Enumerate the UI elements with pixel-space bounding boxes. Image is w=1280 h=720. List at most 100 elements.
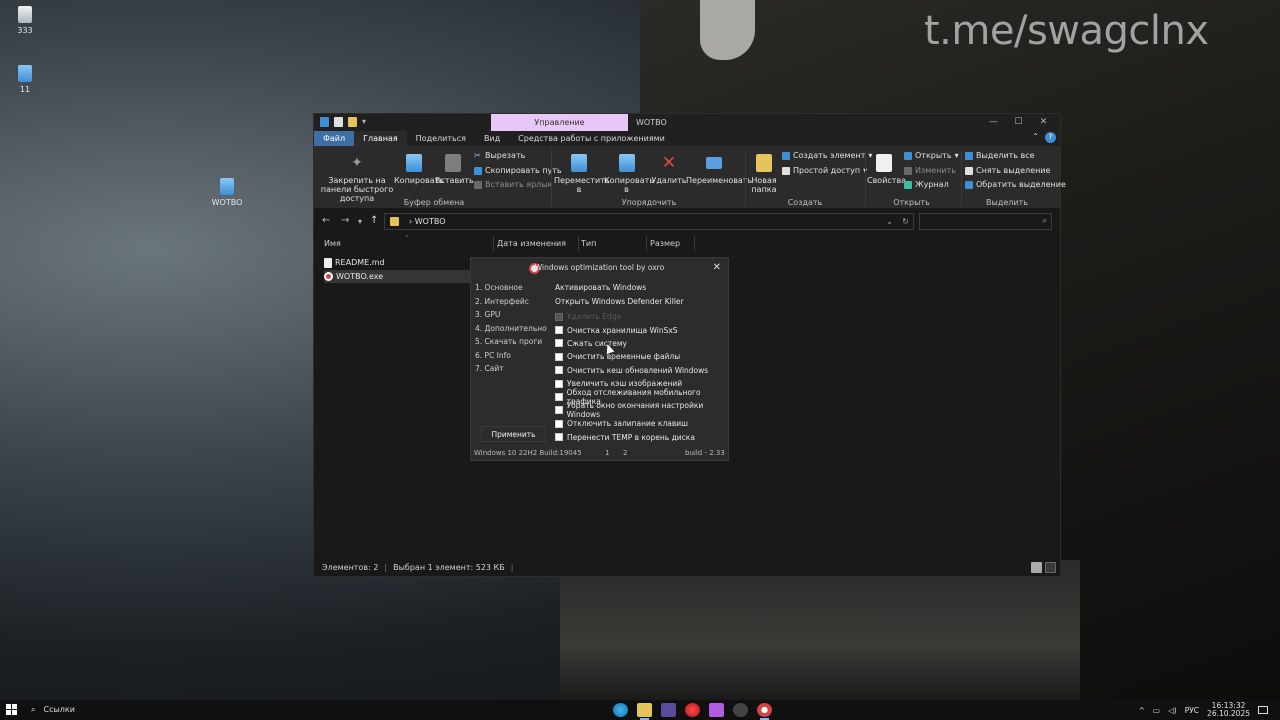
clean-update-cache-checkbox[interactable]: Очистить кеш обновлений Windows	[555, 364, 728, 377]
invert-selection-button[interactable]: Обратить выделение	[965, 178, 1066, 193]
chevron-down-icon[interactable]: ⌄	[886, 214, 893, 229]
move-to-button[interactable]: Переместить в	[554, 154, 610, 194]
checkbox-box[interactable]	[555, 406, 563, 415]
rename-button[interactable]: Переименовать	[686, 154, 752, 185]
move-temp-checkbox[interactable]: Перенести TEMP в корень диска	[555, 431, 728, 444]
column-name[interactable]: Имя	[324, 239, 341, 248]
checkbox-box[interactable]	[555, 366, 563, 375]
nav-item-pc-info[interactable]: 6. PC Info	[475, 351, 547, 365]
copy-to-button[interactable]: Копировать в	[604, 154, 654, 194]
cut-button[interactable]: ✂ Вырезать	[474, 149, 562, 164]
new-item-button[interactable]: Создать элемент ▾	[782, 149, 872, 164]
winsxs-cleanup-checkbox[interactable]: Очистка хранилища WinSxS	[555, 323, 728, 336]
desktop-icon-recycle-bin[interactable]: 333	[0, 6, 50, 35]
minimize-button[interactable]: —	[981, 114, 1006, 131]
open-button[interactable]: Открыть ▾	[904, 149, 959, 164]
notification-icon[interactable]	[1258, 706, 1268, 714]
checkbox-box[interactable]	[555, 433, 563, 442]
copy-path-button[interactable]: Скопировать путь	[474, 164, 562, 179]
folder-icon[interactable]	[320, 117, 329, 127]
speaker-icon[interactable]: ◁)	[1168, 706, 1177, 715]
checkbox-box[interactable]	[555, 419, 563, 428]
checkbox-box[interactable]	[555, 326, 563, 335]
history-button[interactable]: Журнал	[904, 178, 959, 193]
file-row-selected[interactable]: WOTBO.exe	[324, 270, 474, 283]
column-type[interactable]: Тип	[581, 239, 596, 248]
recent-chevron-icon[interactable]: ▾	[358, 217, 362, 226]
checkbox-box[interactable]	[555, 352, 563, 361]
nav-item-interface[interactable]: 2. Интерфейс	[475, 297, 547, 311]
new-folder-button[interactable]: Новая папка	[747, 154, 781, 194]
obs-icon[interactable]	[709, 703, 724, 717]
remove-edge-checkbox[interactable]: Удалить Edge	[555, 310, 728, 323]
steam-icon[interactable]	[733, 703, 748, 717]
checkbox-box[interactable]	[555, 379, 563, 388]
properties-button[interactable]: Свойства	[867, 154, 906, 185]
wotbo-app-icon[interactable]	[757, 703, 772, 720]
tab-home[interactable]: Главная	[354, 131, 407, 146]
chevron-up-icon[interactable]: ^	[1139, 706, 1145, 715]
network-icon[interactable]: ▭	[1153, 706, 1160, 715]
close-icon[interactable]: ✕	[713, 258, 721, 277]
desktop-icon-wotbo[interactable]: WOTBO	[202, 178, 252, 207]
edit-button[interactable]: Изменить	[904, 164, 959, 179]
chevron-up-icon[interactable]: ⌃	[1032, 132, 1039, 143]
nav-item-gpu[interactable]: 3. GPU	[475, 310, 547, 324]
taskbar-search[interactable]: ⌕ Ссылки	[31, 703, 75, 717]
tab-view[interactable]: Вид	[475, 131, 509, 146]
page-link-1[interactable]: 1	[605, 449, 609, 457]
column-separator[interactable]	[578, 236, 579, 251]
up-arrow-icon[interactable]: ↑	[370, 215, 378, 226]
language-indicator[interactable]: РУС	[1185, 706, 1199, 715]
column-separator[interactable]	[694, 236, 695, 251]
checkbox-box[interactable]	[555, 393, 563, 402]
title-bar[interactable]: ▾ Управление WOTBO — ☐ ✕	[314, 114, 1060, 131]
paste-shortcut-button[interactable]: Вставить ярлык	[474, 178, 562, 193]
properties-icon[interactable]	[334, 117, 343, 127]
opera-icon[interactable]	[685, 703, 700, 717]
column-separator[interactable]	[493, 236, 494, 251]
tab-share[interactable]: Поделиться	[407, 131, 475, 146]
refresh-icon[interactable]: ↻	[902, 214, 909, 229]
clean-temp-checkbox[interactable]: Очистить временные файлы	[555, 350, 728, 363]
delete-button[interactable]: ✕ Удалить	[651, 154, 687, 185]
activate-windows-link[interactable]: Активировать Windows	[555, 283, 728, 297]
select-all-button[interactable]: Выделить все	[965, 149, 1066, 164]
defender-killer-link[interactable]: Открыть Windows Defender Killer	[555, 297, 728, 311]
forward-arrow-icon[interactable]: →	[341, 215, 349, 226]
copy-button[interactable]: Копировать	[394, 154, 444, 185]
clock[interactable]: 16:13:32 26.10.2025	[1207, 702, 1250, 718]
oobe-window-checkbox[interactable]: Убрать окно окончания настройки Windows	[555, 401, 728, 419]
desktop-icon-11[interactable]: 11	[0, 65, 50, 94]
edge-icon[interactable]	[613, 703, 628, 717]
easy-access-button[interactable]: Простой доступ▾	[782, 164, 872, 179]
maximize-button[interactable]: ☐	[1006, 114, 1031, 131]
checkbox-box[interactable]	[555, 339, 563, 348]
chevron-down-icon[interactable]: ▾	[362, 117, 371, 127]
nav-item-downloads[interactable]: 5. Скачать проги	[475, 337, 547, 351]
pin-button[interactable]: ✦ Закрепить на панели быстрого доступа	[318, 154, 396, 203]
search-input[interactable]: ⌕	[919, 213, 1052, 230]
tab-file[interactable]: Файл	[314, 131, 355, 146]
back-arrow-icon[interactable]: ←	[322, 215, 330, 226]
large-icons-view-icon[interactable]	[1045, 562, 1056, 573]
tab-app-tools[interactable]: Средства работы с приложениями	[509, 131, 674, 146]
new-folder-icon[interactable]	[348, 117, 357, 127]
nav-item-basic[interactable]: 1. Основное	[475, 283, 547, 297]
app-icon[interactable]	[661, 703, 676, 717]
close-button[interactable]: ✕	[1031, 114, 1056, 131]
paste-button[interactable]: Вставить	[435, 154, 474, 185]
file-explorer-icon[interactable]	[637, 703, 652, 720]
checkbox-box[interactable]	[555, 312, 563, 321]
context-tab-manage[interactable]: Управление	[491, 114, 628, 131]
help-icon[interactable]: ?	[1045, 132, 1056, 143]
nav-item-advanced[interactable]: 4. Дополнительно	[475, 324, 547, 338]
compress-system-checkbox[interactable]: Сжать систему	[555, 337, 728, 350]
details-view-icon[interactable]	[1031, 562, 1042, 573]
page-link-2[interactable]: 2	[623, 449, 627, 457]
nav-item-site[interactable]: 7. Сайт	[475, 364, 547, 378]
start-button[interactable]	[6, 704, 17, 715]
column-date[interactable]: Дата изменения	[497, 239, 566, 248]
address-bar[interactable]: › WOTBO ⌄ ↻	[384, 213, 914, 230]
column-size[interactable]: Размер	[650, 239, 680, 248]
